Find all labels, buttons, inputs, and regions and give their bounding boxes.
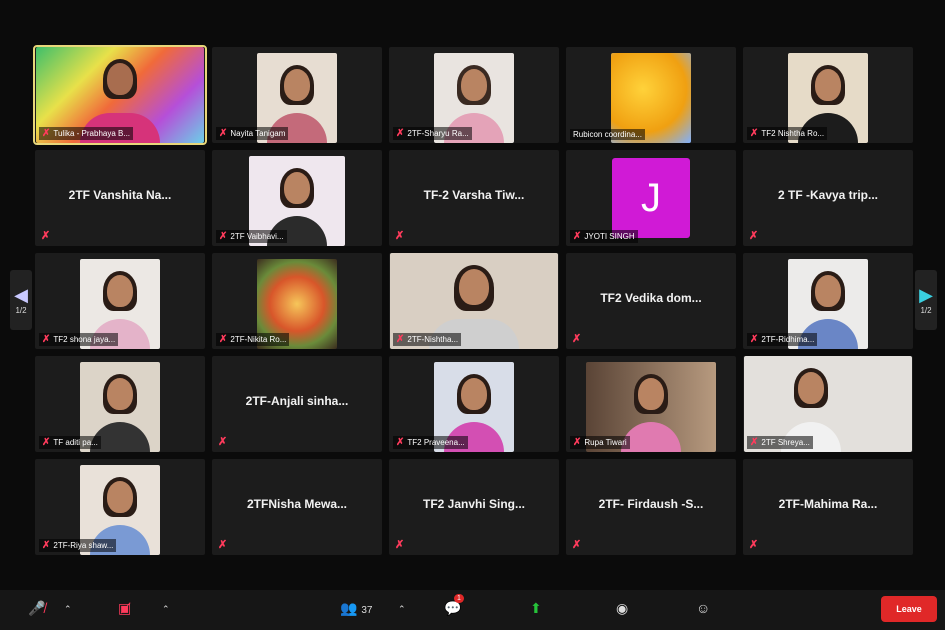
participant-tile[interactable]: ✗ 2TF-Nishtha... (389, 253, 559, 349)
mic-muted-icon: ✗ (396, 437, 405, 448)
participant-tile[interactable]: 2 TF -Kavya trip... ✗ (743, 150, 913, 246)
leave-button[interactable]: Leave (881, 596, 937, 622)
record-icon[interactable]: ◉ (616, 600, 628, 617)
participant-tile[interactable]: ✗ 2TF-Sharyu Ra... (389, 47, 559, 143)
audio-options-chevron-icon[interactable]: ⌃ (64, 604, 72, 615)
participant-name: TF2 Janvhi Sing... (422, 497, 526, 511)
participant-label: ✗ Nayita Tanigam (216, 127, 289, 140)
participant-tile[interactable]: TF2 Janvhi Sing... ✗ (389, 459, 559, 555)
next-page-button[interactable]: ▶ 1/2 (915, 270, 937, 330)
participant-tile[interactable]: ✗ TF aditi pa... (35, 356, 205, 452)
mic-muted-icon: ✗ (218, 436, 228, 448)
mic-muted-icon: ✗ (42, 437, 51, 448)
participant-tile[interactable]: ✗ 2TF-Riya shaw... (35, 459, 205, 555)
participant-label: ✗ 2TF Shreya... (747, 436, 813, 449)
participant-tile[interactable]: Rubicon coordina... (566, 47, 736, 143)
mic-muted-icon: ✗ (750, 334, 759, 345)
mic-muted-icon: ✗ (42, 334, 51, 345)
mic-muted-icon: ✗ (750, 437, 759, 448)
participant-tile[interactable]: 2TF-Mahima Ra... ✗ (743, 459, 913, 555)
chevron-right-icon: ▶ (919, 285, 933, 305)
participant-label: ✗ TF2 Nishtha Ro... (747, 127, 828, 140)
mic-muted-icon: ✗ (572, 333, 582, 345)
participant-name: 2TF-Mahima Ra... (778, 497, 878, 511)
participant-tile[interactable]: 2TF-Anjali sinha... ✗ (212, 356, 382, 452)
participant-tile[interactable]: ✗ Rupa Tiwari (566, 356, 736, 452)
participant-label: ✗ 2TF Vaibhavi... (216, 230, 287, 243)
mic-muted-icon: ✗ (573, 231, 582, 242)
mic-muted-icon: ✗ (219, 231, 228, 242)
participant-label: Rubicon coordina... (570, 129, 645, 140)
participant-tile[interactable]: ✗ Tulika - Prabhaya B... (33, 45, 207, 145)
participant-tile[interactable]: TF-2 Varsha Tiw... ✗ (389, 150, 559, 246)
chat-badge: 1 (454, 594, 464, 603)
mic-muted-icon: ✗ (219, 334, 228, 345)
participant-tile[interactable]: ✗ TF2 Nishtha Ro... (743, 47, 913, 143)
participant-label: ✗ TF aditi pa... (39, 436, 101, 449)
participant-tile[interactable]: ✗ 2TF-Nikita Ro... (212, 253, 382, 349)
participant-label: ✗ JYOTI SINGH (570, 230, 638, 243)
mic-muted-icon: ✗ (219, 128, 228, 139)
avatar: J (612, 158, 690, 238)
participant-name: 2TF- Firdaush -S... (598, 497, 704, 511)
participants-button[interactable]: 👥 37 (340, 600, 372, 617)
meeting-toolbar: 🎤̸ ⌃ ▣̸ ⌃ 👥 37 ⌃ 💬 1 ⬆ ◉ ☺ Leave (0, 590, 945, 630)
chevron-left-icon: ◀ (14, 285, 28, 305)
participant-tile[interactable]: ✗ TF2 Praveena... (389, 356, 559, 452)
mic-muted-icon: ✗ (750, 128, 759, 139)
participants-options-chevron-icon[interactable]: ⌃ (398, 604, 406, 615)
participant-label: ✗ 2TF-Sharyu Ra... (393, 127, 472, 140)
participant-tile[interactable]: ✗ TF2 shona jaya... (35, 253, 205, 349)
unmute-button[interactable]: 🎤̸ (28, 600, 45, 617)
participant-label: ✗ 2TF-Nishtha... (393, 333, 462, 346)
mic-muted-icon: ✗ (41, 230, 51, 242)
participant-tile[interactable]: ✗ 2TF-Ridhima... (743, 253, 913, 349)
video-options-chevron-icon[interactable]: ⌃ (162, 604, 170, 615)
participant-tile[interactable]: 2TF Vanshita Na... ✗ (35, 150, 205, 246)
participant-label: ✗ 2TF-Ridhima... (747, 333, 818, 346)
participant-tile[interactable]: 2TF- Firdaush -S... ✗ (566, 459, 736, 555)
mic-muted-icon: ✗ (572, 539, 582, 551)
page-indicator: 1/2 (15, 306, 27, 315)
chat-button[interactable]: 💬 1 (444, 594, 464, 617)
mic-muted-icon: ✗ (395, 230, 405, 242)
participant-label: ✗ Rupa Tiwari (570, 436, 630, 449)
participant-name: 2 TF -Kavya trip... (777, 188, 879, 202)
participant-tile[interactable]: ✗ Nayita Tanigam (212, 47, 382, 143)
participant-label: ✗ Tulika - Prabhaya B... (39, 127, 134, 140)
participant-name: TF-2 Varsha Tiw... (423, 188, 525, 202)
start-video-button[interactable]: ▣̸ (118, 600, 131, 617)
participant-name: 2TFNisha Mewa... (246, 497, 348, 511)
mic-muted-icon: ✗ (749, 539, 759, 551)
video-grid: ✗ Tulika - Prabhaya B... ✗ Nayita Tanigam … (33, 45, 913, 557)
participant-label: ✗ 2TF-Riya shaw... (39, 539, 117, 552)
participant-name: 2TF Vanshita Na... (68, 188, 172, 202)
mic-muted-icon: ✗ (218, 539, 228, 551)
participants-count: 37 (361, 605, 373, 616)
page-indicator: 1/2 (920, 306, 932, 315)
mic-muted-icon: ✗ (395, 539, 405, 551)
participant-tile[interactable]: ✗ 2TF Vaibhavi... (212, 150, 382, 246)
participant-name: TF2 Vedika dom... (600, 291, 702, 305)
participant-tile[interactable]: J ✗ JYOTI SINGH (566, 150, 736, 246)
participants-icon: 👥 (340, 600, 358, 616)
participant-label: ✗ 2TF-Nikita Ro... (216, 333, 290, 346)
previous-page-button[interactable]: ◀ 1/2 (10, 270, 32, 330)
mic-muted-icon: ✗ (573, 437, 582, 448)
mic-muted-icon: ✗ (749, 230, 759, 242)
reactions-icon[interactable]: ☺ (696, 600, 710, 616)
participant-name: 2TF-Anjali sinha... (245, 394, 349, 408)
participant-tile[interactable]: 2TFNisha Mewa... ✗ (212, 459, 382, 555)
participant-label: ✗ TF2 shona jaya... (39, 333, 119, 346)
mic-muted-icon: ✗ (396, 334, 405, 345)
mic-muted-icon: ✗ (42, 540, 51, 551)
share-screen-icon[interactable]: ⬆ (530, 600, 542, 617)
participant-tile[interactable]: ✗ 2TF Shreya... (743, 356, 913, 452)
mic-muted-icon: ✗ (42, 128, 51, 139)
participant-label: ✗ TF2 Praveena... (393, 436, 468, 449)
mic-muted-icon: ✗ (396, 128, 405, 139)
participant-tile[interactable]: TF2 Vedika dom... ✗ (566, 253, 736, 349)
